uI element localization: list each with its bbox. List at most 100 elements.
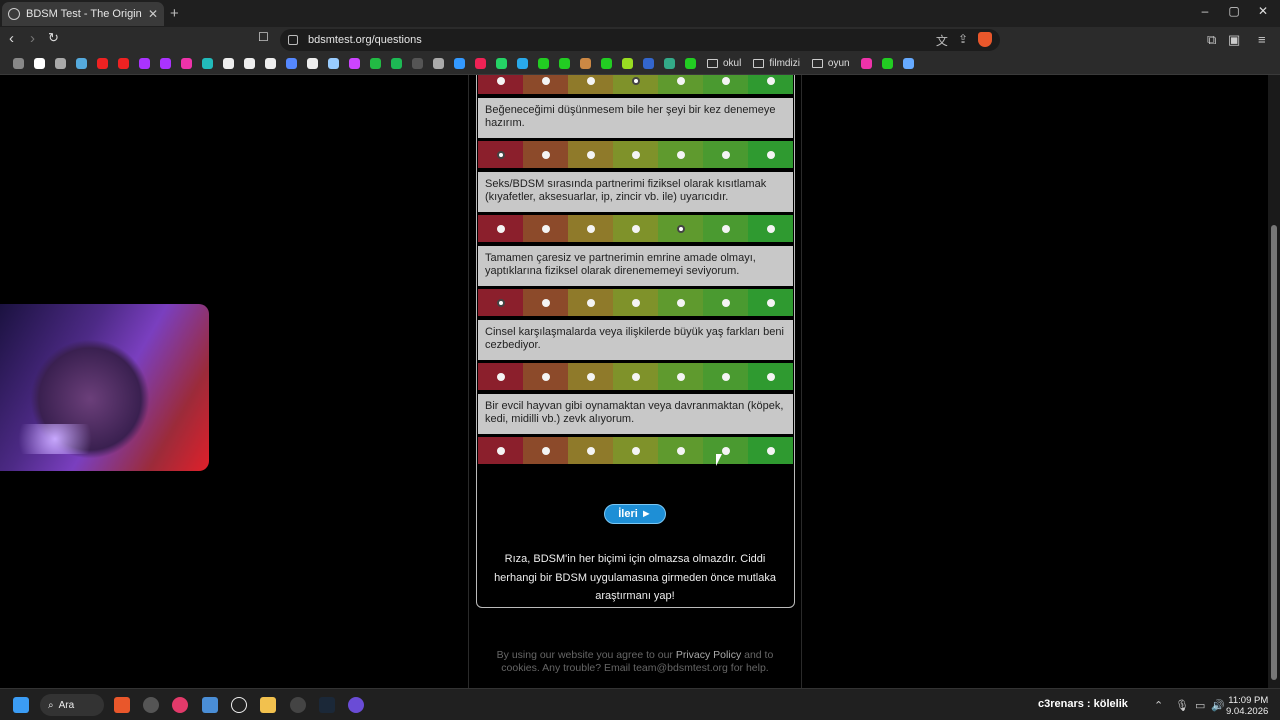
answer-option-3[interactable] <box>568 363 613 390</box>
menu-icon[interactable]: ≡ <box>1258 32 1266 47</box>
radio-button[interactable] <box>676 298 685 307</box>
radio-button[interactable] <box>541 372 550 381</box>
explorer-app-icon[interactable] <box>260 697 276 713</box>
answer-option-3[interactable] <box>568 75 613 94</box>
bookmark-icon[interactable] <box>580 58 591 69</box>
radio-button[interactable] <box>631 298 640 307</box>
answer-option-2[interactable] <box>523 141 568 168</box>
radio-button[interactable] <box>631 76 640 85</box>
bookmark-icon[interactable] <box>307 58 318 69</box>
answer-option-4[interactable] <box>613 141 658 168</box>
radio-button[interactable] <box>766 446 775 455</box>
bookmark-icon[interactable] <box>13 58 24 69</box>
translate-icon[interactable]: 文 <box>936 32 948 49</box>
steam-app-icon[interactable] <box>319 697 335 713</box>
radio-button[interactable] <box>541 298 550 307</box>
answer-option-3[interactable] <box>568 437 613 464</box>
share-icon[interactable]: ⇪ <box>958 32 968 49</box>
bookmark-icon[interactable] <box>881 58 893 69</box>
radio-button[interactable] <box>541 150 550 159</box>
radio-button[interactable] <box>766 150 775 159</box>
bookmark-icon[interactable] <box>370 58 381 69</box>
answer-option-5[interactable] <box>658 141 703 168</box>
answer-option-2[interactable] <box>523 363 568 390</box>
radio-button[interactable] <box>586 224 595 233</box>
answer-option-5[interactable] <box>658 363 703 390</box>
back-icon[interactable]: ‹ <box>9 30 14 47</box>
answer-option-3[interactable] <box>568 141 613 168</box>
radio-button[interactable] <box>586 76 595 85</box>
close-window-button[interactable]: ✕ <box>1248 4 1278 18</box>
radio-button[interactable] <box>496 76 505 85</box>
answer-option-4[interactable] <box>613 75 658 94</box>
answer-option-4[interactable] <box>613 363 658 390</box>
answer-option-6[interactable] <box>703 75 748 94</box>
chrome-app-icon[interactable] <box>290 697 306 713</box>
bookmark-icon[interactable] <box>223 58 234 69</box>
radio-button[interactable] <box>541 446 550 455</box>
bookmark-icon[interactable] <box>538 58 549 69</box>
sync-app-icon[interactable] <box>231 697 247 713</box>
bookmark-icon[interactable] <box>202 58 213 69</box>
radio-button[interactable] <box>721 298 730 307</box>
maximize-button[interactable]: ▢ <box>1219 4 1249 18</box>
answer-option-6[interactable] <box>703 437 748 464</box>
system-clock[interactable]: 11:09 PM 9.04.2026 <box>1226 695 1268 717</box>
answer-option-7[interactable] <box>748 215 793 242</box>
extensions-icon[interactable]: ⧉ <box>1207 32 1216 48</box>
radio-button[interactable] <box>586 298 595 307</box>
radio-button[interactable] <box>676 446 685 455</box>
answer-option-7[interactable] <box>748 363 793 390</box>
bookmark-folder-1[interactable]: filmdizi <box>753 58 800 69</box>
answer-option-2[interactable] <box>523 215 568 242</box>
answer-option-1[interactable] <box>478 363 523 390</box>
bookmark-icon[interactable] <box>76 58 87 69</box>
answer-option-7[interactable] <box>748 289 793 316</box>
bookmark-icon[interactable] <box>496 58 507 69</box>
tray-chevron-icon[interactable]: ⌃ <box>1154 699 1163 712</box>
answer-option-4[interactable] <box>613 437 658 464</box>
bookmark-icon[interactable] <box>454 58 465 69</box>
brave-app-icon[interactable] <box>114 697 130 713</box>
bookmark-icon[interactable] <box>55 58 66 69</box>
radio-button[interactable] <box>676 150 685 159</box>
wave-app-icon[interactable] <box>348 697 364 713</box>
answer-option-5[interactable] <box>658 289 703 316</box>
radio-button[interactable] <box>631 150 640 159</box>
bookmark-icon[interactable] <box>97 58 108 69</box>
radio-button[interactable] <box>766 76 775 85</box>
mic-icon[interactable]: 🎙 <box>1175 699 1189 712</box>
answer-option-5[interactable] <box>658 437 703 464</box>
answer-option-1[interactable] <box>478 437 523 464</box>
forward-icon[interactable]: › <box>30 30 35 47</box>
radio-button[interactable] <box>496 224 505 233</box>
answer-option-3[interactable] <box>568 215 613 242</box>
answer-option-2[interactable] <box>523 437 568 464</box>
bookmark-folder-2[interactable]: oyun <box>811 58 850 69</box>
bookmark-icon[interactable] <box>902 58 914 69</box>
now-playing-text[interactable]: c3renars : kölelik <box>1038 698 1128 710</box>
site-info-icon[interactable] <box>288 35 298 45</box>
answer-option-1[interactable] <box>478 141 523 168</box>
radio-button[interactable] <box>676 372 685 381</box>
scrollbar-thumb[interactable] <box>1271 225 1277 680</box>
privacy-policy-link[interactable]: Privacy Policy <box>676 649 741 661</box>
bookmark-icon[interactable] <box>517 58 528 69</box>
answer-option-1[interactable] <box>478 215 523 242</box>
answer-option-6[interactable] <box>703 363 748 390</box>
radio-button[interactable] <box>586 372 595 381</box>
radio-button[interactable] <box>721 150 730 159</box>
bookmark-icon[interactable] <box>475 58 486 69</box>
answer-option-6[interactable] <box>703 141 748 168</box>
radio-button[interactable] <box>586 150 595 159</box>
active-tab[interactable]: BDSM Test - The Original BDSM ✕ <box>2 2 164 26</box>
answer-option-2[interactable] <box>523 289 568 316</box>
bookmark-icon[interactable] <box>328 58 339 69</box>
radio-button[interactable] <box>721 76 730 85</box>
answer-option-7[interactable] <box>748 75 793 94</box>
bookmark-icon[interactable] <box>860 58 872 69</box>
answer-option-7[interactable] <box>748 141 793 168</box>
radio-button[interactable] <box>766 372 775 381</box>
page-scrollbar[interactable] <box>1268 75 1280 688</box>
answer-option-6[interactable] <box>703 215 748 242</box>
